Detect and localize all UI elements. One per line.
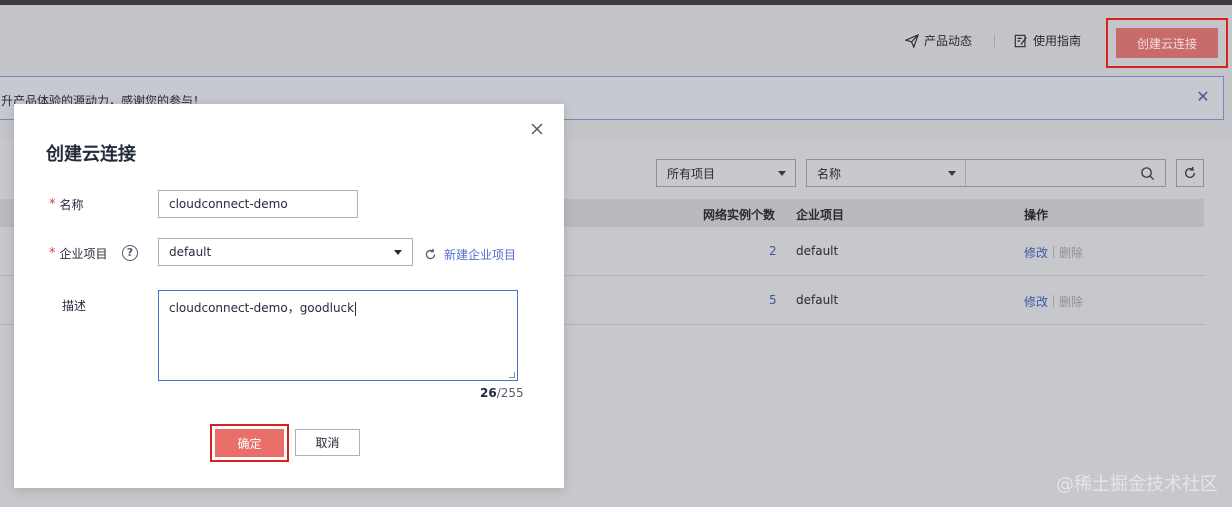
create-dialog: 创建云连接 * 名称 cloudconnect-demo * 企业项目 ? de… [14,104,564,488]
char-count-max: /255 [496,386,524,400]
enterprise-project: default [796,244,839,258]
page-header: 产品动态 使用指南 创建云连接 [0,5,1232,73]
desc-label: 描述 [62,297,86,314]
project-select-value: 所有项目 [667,166,716,181]
project-select[interactable]: default [158,238,413,266]
refresh-icon [1184,166,1196,179]
description-textarea[interactable]: cloudconnect-demo，goodluck [158,290,518,381]
project-label-text: 企业项目 [59,247,108,261]
action-divider [1053,295,1054,307]
char-counter: 26/255 [480,386,524,400]
filter-select[interactable]: 名称 [806,159,966,187]
product-news-link[interactable]: 产品动态 [905,32,972,49]
watermark: @稀土掘金技术社区 [1056,474,1218,495]
cancel-button[interactable]: 取消 [295,429,360,456]
dialog-title: 创建云连接 [46,144,136,165]
required-mark: * [49,197,56,212]
guide-icon [1014,34,1027,47]
close-icon[interactable]: ✕ [1195,89,1211,105]
refresh-button[interactable] [1176,159,1204,187]
instance-count[interactable]: 2 [769,244,777,258]
project-label: * 企业项目 [49,245,108,262]
delete-link[interactable]: 删除 [1059,244,1083,261]
user-guide-label: 使用指南 [1033,34,1082,48]
search-icon[interactable] [1140,166,1155,181]
create-cloud-connection-button[interactable]: 创建云连接 [1116,28,1218,58]
modify-link[interactable]: 修改 [1024,293,1048,310]
name-input-value: cloudconnect-demo [169,197,288,211]
instance-count[interactable]: 5 [769,293,777,307]
new-project-label: 新建企业项目 [444,248,517,262]
filter-select-value: 名称 [817,166,842,181]
desc-label-text: 描述 [62,299,87,313]
name-label-text: 名称 [59,198,84,212]
send-icon [905,33,919,48]
chevron-down-icon [778,171,786,176]
action-divider [1053,246,1054,258]
help-icon[interactable]: ? [122,245,138,261]
column-actions: 操作 [1024,208,1049,222]
name-label: * 名称 [49,196,84,213]
header-divider [994,34,995,48]
char-count-current: 26 [480,386,497,400]
name-input[interactable]: cloudconnect-demo [158,190,358,218]
description-value: cloudconnect-demo，goodluck [169,301,355,315]
chevron-down-icon [948,171,956,176]
chevron-down-icon [394,250,402,255]
column-instances: 网络实例个数 [703,208,776,222]
close-icon[interactable] [529,121,545,137]
resize-handle[interactable] [509,372,515,378]
required-mark: * [49,246,56,261]
enterprise-project: default [796,293,839,307]
modify-link[interactable]: 修改 [1024,244,1048,261]
ok-button-highlight: 确定 [210,424,289,462]
create-button-highlight: 创建云连接 [1106,18,1228,68]
text-cursor [355,301,357,316]
product-news-label: 产品动态 [924,34,973,48]
project-select[interactable]: 所有项目 [656,159,796,187]
refresh-icon [425,248,436,260]
ok-button[interactable]: 确定 [215,429,284,457]
delete-link[interactable]: 删除 [1059,293,1083,310]
column-project: 企业项目 [796,208,845,222]
new-project-link[interactable]: 新建企业项目 [424,246,516,263]
project-select-value: default [169,245,212,259]
search-input[interactable] [965,159,1166,187]
user-guide-link[interactable]: 使用指南 [1014,32,1081,49]
